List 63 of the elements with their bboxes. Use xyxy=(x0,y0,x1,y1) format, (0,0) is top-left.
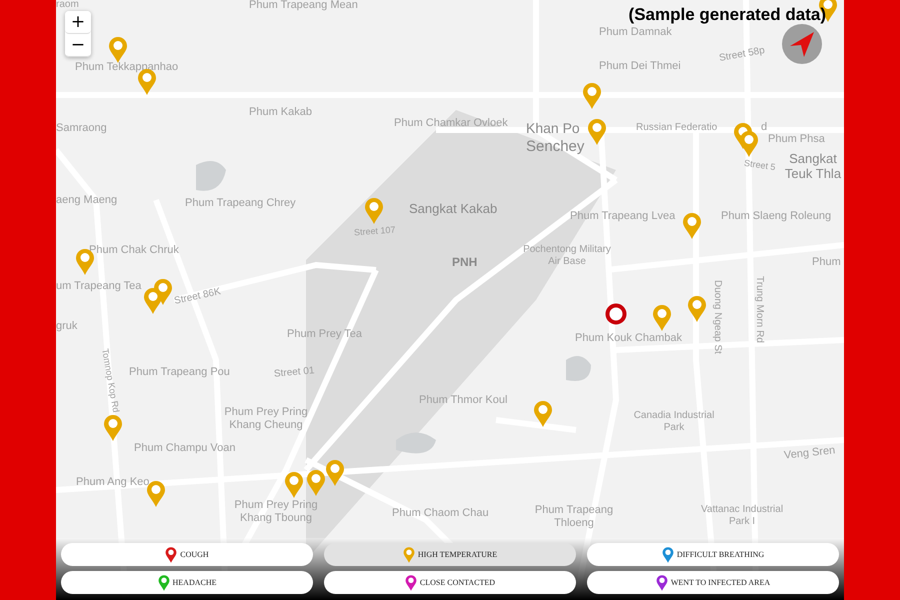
sample-data-notice: (Sample generated data) xyxy=(628,5,826,25)
place-label: Phum Phsa xyxy=(768,134,825,145)
place-label: um Trapeang Tea xyxy=(56,281,142,292)
place-label: PNH xyxy=(452,256,478,268)
place-label: Phum Trapeang Mean xyxy=(249,0,358,11)
place-label: Phum Trapeang Chrey xyxy=(185,198,296,209)
symptom-filter-button[interactable]: COUGH xyxy=(61,543,313,566)
place-label: Sangkat Kakab xyxy=(409,202,498,215)
place-label: Pochentong Military Air Base xyxy=(522,244,612,267)
map-pin-icon xyxy=(402,546,415,564)
place-label: Russian Federatio xyxy=(636,123,718,133)
place-label: Phum Chaom Chau xyxy=(392,508,489,519)
symptom-filter-button[interactable]: HIGH TEMPERATURE xyxy=(324,543,576,566)
place-label: Phum Champu Voan xyxy=(134,443,236,454)
place-label: Canadia Industrial Park xyxy=(632,410,716,433)
map-pin-icon xyxy=(404,574,417,592)
zoom-out-button[interactable]: − xyxy=(65,34,91,57)
place-label: Phum Kakab xyxy=(249,107,312,118)
place-label: d xyxy=(761,122,768,133)
symptom-filter-button[interactable]: CLOSE CONTACTED xyxy=(324,571,576,594)
street-map-drawing[interactable] xyxy=(56,0,844,600)
map-pin-icon xyxy=(158,574,170,592)
place-label: Vattanac Industrial Park I xyxy=(700,504,784,527)
place-label: Phum Prey Tea xyxy=(287,329,362,340)
map-pin-icon xyxy=(656,574,668,592)
place-label: Phum Dei Thmei xyxy=(599,61,681,72)
place-label: Phum Tekkappanhao xyxy=(75,62,178,73)
place-label: Phum Trapeang Pou xyxy=(129,367,230,378)
place-label: Phum xyxy=(812,257,841,268)
symptom-filter-button[interactable]: WENT TO INFECTED AREA xyxy=(587,571,839,594)
place-label: Phum Prey Pring Khang Cheung xyxy=(223,406,309,432)
place-label: Phum Ang Keo xyxy=(76,477,150,488)
place-label: Senchey xyxy=(526,139,584,154)
place-label: Street 5 xyxy=(744,158,776,172)
place-label: Tomnop Kop Rd xyxy=(100,348,120,414)
place-label: Phum Chak Chruk xyxy=(89,245,179,256)
place-label: Veng Sren xyxy=(784,445,836,462)
map-pin-icon xyxy=(662,546,674,564)
place-label: Duong Ngeap St xyxy=(712,280,722,354)
place-label: Phum Trapeang Thloeng xyxy=(534,504,614,530)
place-label: Phum Trapeang Lvea xyxy=(570,211,676,222)
place-label: aeng Maeng xyxy=(56,195,118,206)
place-label: Phum Chamkar Ovloek xyxy=(394,118,508,129)
location-ring-icon[interactable] xyxy=(605,303,627,325)
zoom-in-button[interactable]: + xyxy=(65,11,91,34)
place-label: Street 107 xyxy=(354,226,396,238)
place-label: raom xyxy=(56,0,79,10)
place-label: Street 86K xyxy=(173,287,222,307)
symptom-filter-button[interactable]: HEADACHE xyxy=(61,571,313,594)
place-label: Phum Damnak xyxy=(599,27,672,38)
place-label: Khan Po xyxy=(526,121,580,135)
symptom-filter-button[interactable]: DIFFICULT BREATHING xyxy=(587,543,839,566)
place-label: Trung Morn Rd xyxy=(754,276,764,343)
place-label: Phum Prey Pring Khang Tboung xyxy=(233,499,319,524)
place-label: Phum Thmor Koul xyxy=(419,395,508,406)
place-label: Phum Slaeng Roleung xyxy=(721,211,832,222)
place-label: Street 58p xyxy=(718,46,766,64)
place-label: Street 01 xyxy=(274,366,315,380)
place-label: Samraong xyxy=(56,123,107,134)
place-label: Sangkat Teuk Thla xyxy=(784,152,842,182)
place-label: gruk xyxy=(56,321,78,332)
place-label: Phum Kouk Chambak xyxy=(575,333,682,344)
map-pin-icon xyxy=(165,546,178,564)
